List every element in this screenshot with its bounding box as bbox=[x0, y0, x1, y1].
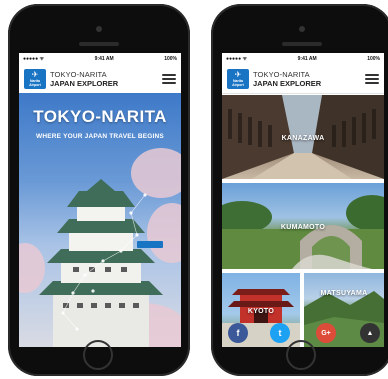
screen-home: ●●●●● ᯤ 9:41 AM 100% ✈ Narita Airport TO… bbox=[19, 53, 181, 347]
destination-card-kanazawa[interactable]: KANAZAWA bbox=[222, 95, 384, 179]
destination-label-kumamoto: KUMAMOTO bbox=[280, 224, 326, 231]
status-bar: ●●●●● ᯤ 9:41 AM 100% bbox=[222, 53, 384, 65]
brand-title[interactable]: TOKYO-NARITA JAPAN EXPLORER bbox=[253, 70, 321, 88]
phone-frame-right: ●●●●● ᯤ 9:41 AM 100% ✈ Narita Airport TO… bbox=[211, 4, 388, 376]
status-bar: ●●●●● ᯤ 9:41 AM 100% bbox=[19, 53, 181, 65]
scroll-up-icon[interactable]: ▲ bbox=[360, 323, 380, 343]
signal-indicator: ●●●●● ᯤ bbox=[23, 56, 45, 62]
home-button[interactable] bbox=[83, 340, 113, 370]
hero-subtitle: WHERE YOUR JAPAN TRAVEL BEGINS bbox=[36, 133, 164, 140]
logo-text: Narita Airport bbox=[29, 79, 41, 87]
top-navbar: ✈ Narita Airport TOKYO-NARITA JAPAN EXPL… bbox=[222, 65, 384, 94]
brand-title[interactable]: TOKYO-NARITA JAPAN EXPLORER bbox=[50, 70, 118, 88]
screen-destinations: ●●●●● ᯤ 9:41 AM 100% ✈ Narita Airport TO… bbox=[222, 53, 384, 347]
destination-card-kumamoto[interactable]: KUMAMOTO bbox=[222, 183, 384, 269]
google-plus-icon[interactable]: G+ bbox=[316, 323, 336, 343]
top-navbar: ✈ Narita Airport TOKYO-NARITA JAPAN EXPL… bbox=[19, 65, 181, 94]
twitter-icon[interactable]: t bbox=[270, 323, 290, 343]
battery-indicator: 100% bbox=[164, 56, 177, 62]
destination-label-kanazawa: KANAZAWA bbox=[281, 135, 325, 142]
brand-line-1: TOKYO-NARITA bbox=[253, 70, 310, 79]
home-button[interactable] bbox=[286, 340, 316, 370]
destination-label-matsuyama: MATSUYAMA bbox=[320, 290, 368, 297]
menu-icon[interactable] bbox=[162, 74, 176, 84]
front-camera bbox=[96, 26, 102, 32]
brand-line-2: JAPAN EXPLORER bbox=[253, 79, 322, 88]
hero-title: TOKYO-NARITA bbox=[33, 107, 167, 126]
logo-text: Narita Airport bbox=[232, 79, 244, 87]
battery-indicator: 100% bbox=[367, 56, 380, 62]
front-camera bbox=[299, 26, 305, 32]
plane-icon: ✈ bbox=[234, 70, 242, 79]
status-time: 9:41 AM bbox=[297, 56, 317, 62]
brand-line-2: JAPAN EXPLORER bbox=[50, 79, 119, 88]
hero-banner: TOKYO-NARITA WHERE YOUR JAPAN TRAVEL BEG… bbox=[19, 93, 181, 347]
signal-indicator: ●●●●● ᯤ bbox=[226, 56, 248, 62]
destination-label-kyoto: KYOTO bbox=[247, 308, 275, 315]
menu-icon[interactable] bbox=[365, 74, 379, 84]
facebook-icon[interactable]: f bbox=[228, 323, 248, 343]
plane-icon: ✈ bbox=[31, 70, 39, 79]
narita-logo[interactable]: ✈ Narita Airport bbox=[227, 69, 249, 89]
brand-line-1: TOKYO-NARITA bbox=[50, 70, 107, 79]
castle-illustration bbox=[39, 179, 163, 347]
status-time: 9:41 AM bbox=[94, 56, 114, 62]
earpiece-speaker bbox=[79, 42, 119, 46]
phone-frame-left: ●●●●● ᯤ 9:41 AM 100% ✈ Narita Airport TO… bbox=[8, 4, 190, 376]
narita-logo[interactable]: ✈ Narita Airport bbox=[24, 69, 46, 89]
earpiece-speaker bbox=[282, 42, 322, 46]
